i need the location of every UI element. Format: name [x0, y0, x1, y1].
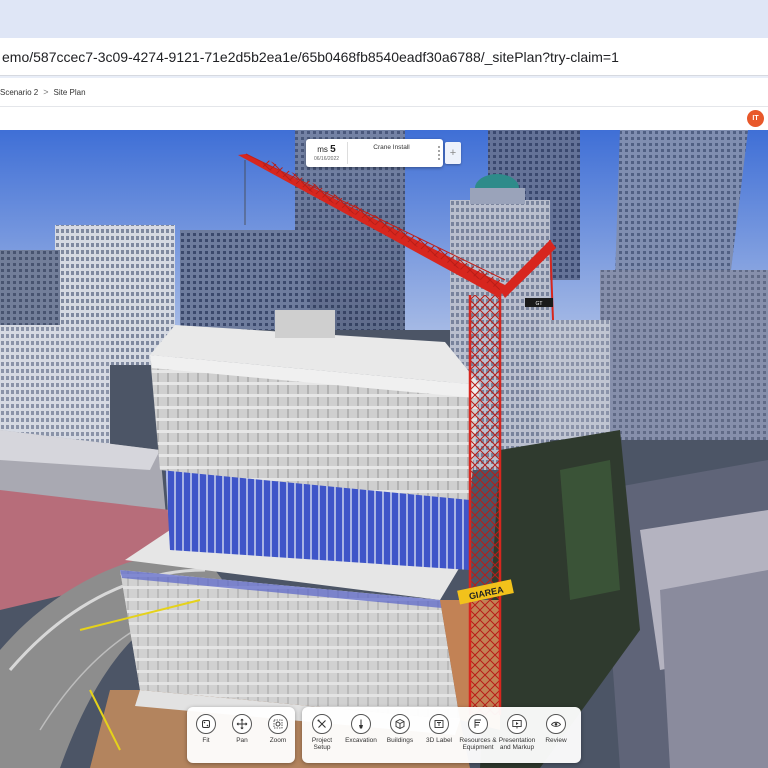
review-icon: [546, 714, 566, 734]
milestone-drag-handle-icon[interactable]: [435, 146, 443, 160]
app-header: IT: [0, 106, 768, 130]
fit-button[interactable]: Fit: [189, 714, 223, 744]
pan-label: Pan: [236, 737, 248, 744]
pan-icon: [232, 714, 252, 734]
pan-button[interactable]: Pan: [225, 714, 259, 744]
presentation-icon: [507, 714, 527, 734]
resources-equipment-button[interactable]: Resources & Equipment: [459, 714, 497, 751]
3d-site-viewport[interactable]: GT GIAREA: [0, 130, 768, 768]
3d-label-button[interactable]: 3D Label: [420, 714, 458, 744]
breadcrumb-scenario[interactable]: Scenario 2: [0, 88, 38, 97]
review-label: Review: [545, 737, 567, 744]
crane-cab-label: GT: [536, 301, 543, 307]
excavation-button[interactable]: Excavation: [342, 714, 380, 744]
breadcrumb-separator: >: [43, 87, 49, 97]
breadcrumb: Scenario 2 > Site Plan: [0, 78, 768, 106]
presentation-markup-label: Presentation and Markup: [498, 737, 536, 751]
breadcrumb-site-plan: Site Plan: [53, 87, 86, 97]
main-toolbar: Project Setup Excavation Buildings 3D La…: [302, 707, 581, 763]
address-bar[interactable]: emo/587ccec7-3c09-4274-9121-71e2d5b2ea1e…: [0, 38, 768, 76]
zoom-button[interactable]: Zoom: [261, 714, 295, 744]
3d-label-label: 3D Label: [425, 737, 453, 744]
buildings-button[interactable]: Buildings: [381, 714, 419, 744]
view-toolbar: Fit Pan Zoom: [187, 707, 295, 763]
milestone-prefix: ms: [317, 145, 328, 154]
user-avatar[interactable]: IT: [747, 110, 764, 127]
milestone-card[interactable]: ms 5 06/16/2022 Crane Install: [306, 139, 443, 167]
excavation-label: Excavation: [345, 737, 377, 744]
browser-tab-strip: [0, 0, 768, 38]
project-setup-icon: [312, 714, 332, 734]
resources-equipment-label: Resources & Equipment: [459, 737, 497, 751]
review-button[interactable]: Review: [537, 714, 575, 744]
zoom-label: Zoom: [269, 737, 287, 744]
buildings-label: Buildings: [386, 737, 414, 744]
project-setup-button[interactable]: Project Setup: [303, 714, 341, 751]
3d-label-icon: [429, 714, 449, 734]
presentation-markup-button[interactable]: Presentation and Markup: [498, 714, 536, 751]
zoom-icon: [268, 714, 288, 734]
milestone-number: 5: [330, 144, 336, 155]
excavation-icon: [351, 714, 371, 734]
city-scene: GT GIAREA: [0, 130, 768, 768]
fit-icon: [196, 714, 216, 734]
add-milestone-button[interactable]: +: [445, 142, 461, 164]
fit-label: Fit: [202, 737, 210, 744]
buildings-icon: [390, 714, 410, 734]
milestone-date: 06/16/2022: [313, 156, 340, 162]
resources-icon: [468, 714, 488, 734]
milestone-title: Crane Install: [373, 144, 410, 151]
url-text[interactable]: emo/587ccec7-3c09-4274-9121-71e2d5b2ea1e…: [2, 49, 619, 65]
milestone-number-box: ms 5 06/16/2022: [306, 142, 348, 164]
project-setup-label: Project Setup: [311, 737, 333, 751]
